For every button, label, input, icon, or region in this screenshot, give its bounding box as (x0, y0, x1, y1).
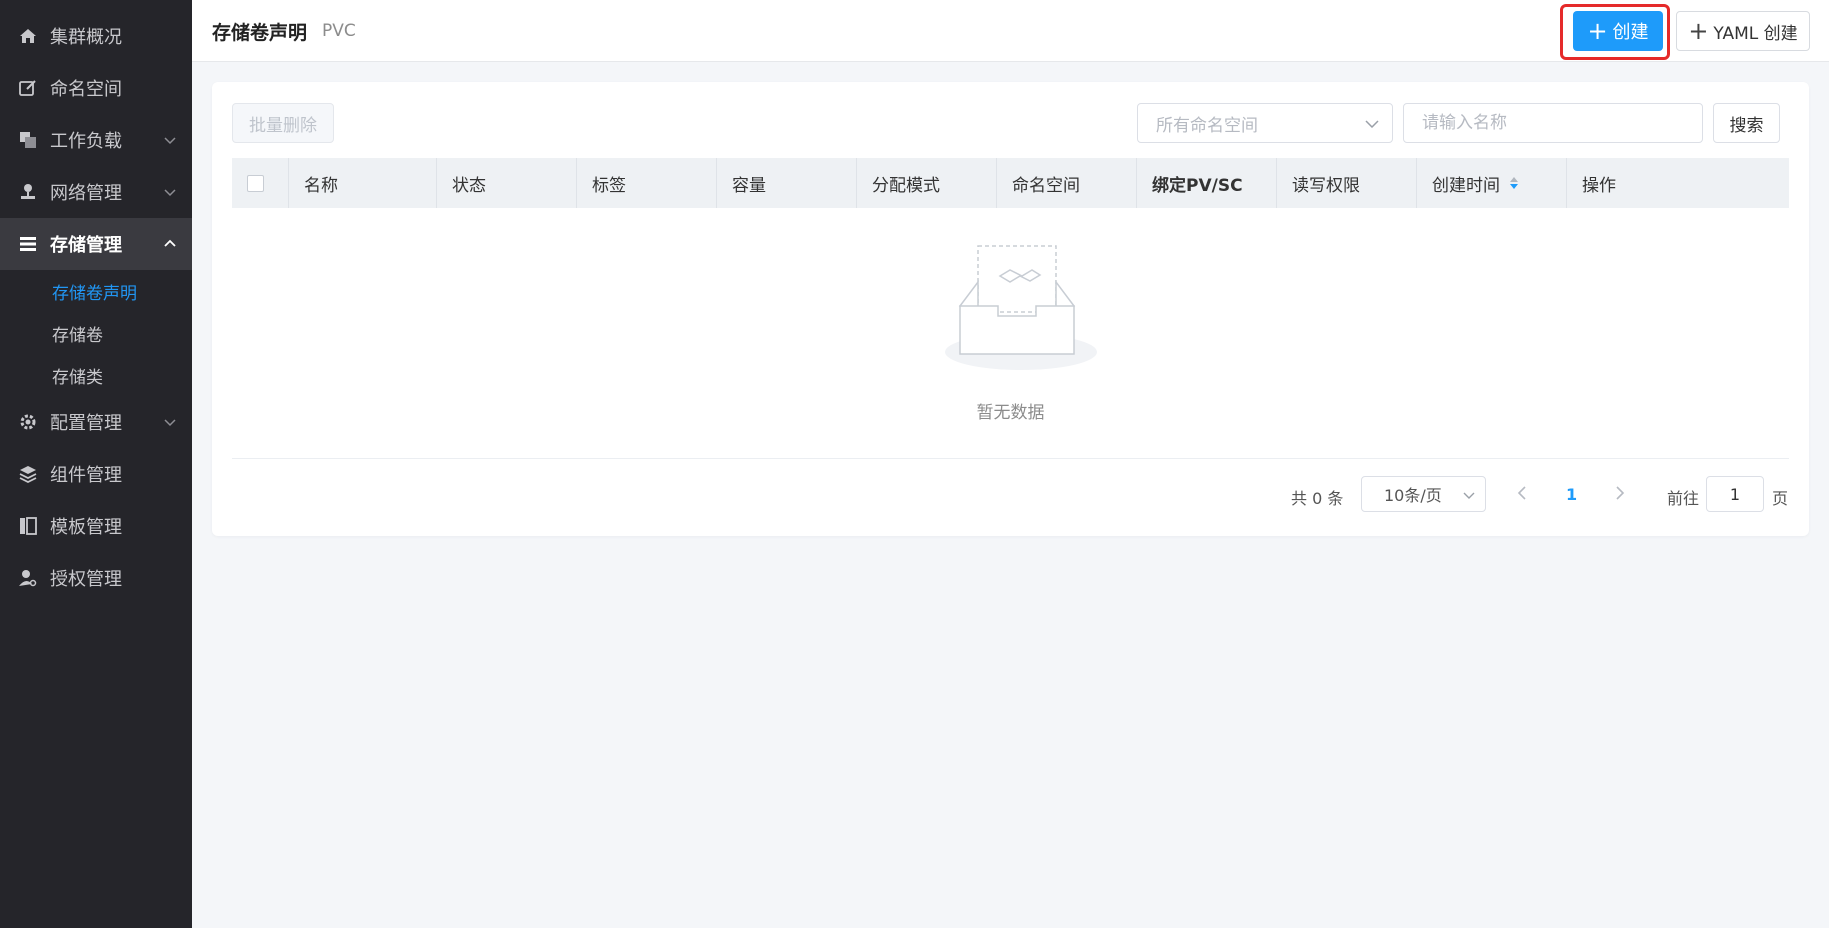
plus-icon: + (1587, 17, 1608, 45)
sidebar-subitem-pvc[interactable]: 存储卷声明 (0, 270, 192, 312)
sidebar-item-label: 配置管理 (50, 413, 122, 434)
namespace-select-placeholder: 所有命名空间 (1156, 115, 1258, 136)
chevron-down-icon (1365, 120, 1379, 129)
template-icon (18, 516, 38, 536)
network-icon (18, 182, 38, 202)
column-header-rw-permission: 读写权限 (1277, 158, 1417, 208)
table-divider (232, 458, 1789, 459)
storage-icon (18, 234, 38, 254)
pagination-total: 共 0 条 (1291, 489, 1344, 508)
yaml-create-button-label: YAML 创建 (1713, 23, 1798, 44)
prev-page-icon[interactable] (1514, 484, 1532, 502)
sidebar-item-storage[interactable]: 存储管理 (0, 218, 192, 270)
plus-icon: + (1688, 17, 1709, 45)
edit-icon (18, 78, 38, 98)
sidebar-item-label: 模板管理 (50, 517, 122, 538)
batch-delete-button[interactable]: 批量删除 (232, 103, 334, 143)
sidebar-item-label: 授权管理 (50, 569, 122, 590)
sidebar-item-cluster-overview[interactable]: 集群概况 (0, 10, 192, 62)
column-header-status: 状态 (437, 158, 577, 208)
sidebar-item-components[interactable]: 组件管理 (0, 448, 192, 500)
user-key-icon (18, 568, 38, 588)
page-subtitle: PVC (322, 21, 356, 41)
page-header: 存储卷声明 PVC + 创建 + YAML 创建 (192, 0, 1829, 62)
sidebar-item-network[interactable]: 网络管理 (0, 166, 192, 218)
column-header-capacity: 容量 (717, 158, 857, 208)
sidebar-item-workload[interactable]: 工作负载 (0, 114, 192, 166)
select-all-cell (232, 158, 289, 208)
namespace-select[interactable]: 所有命名空间 (1137, 103, 1393, 143)
column-header-access-mode: 分配模式 (857, 158, 997, 208)
name-search-input[interactable] (1403, 103, 1703, 143)
sidebar-item-label: 集群概况 (50, 27, 122, 48)
page-suffix-label: 页 (1772, 489, 1789, 508)
chevron-down-icon (164, 189, 176, 197)
home-icon (18, 26, 38, 46)
page-size-value: 10条/页 (1384, 486, 1442, 505)
page-size-select[interactable]: 10条/页 (1361, 476, 1486, 512)
column-header-labels: 标签 (577, 158, 717, 208)
sidebar-item-config[interactable]: 配置管理 (0, 396, 192, 448)
sidebar: 集群概况 命名空间 工作负载 网络管理 存储管理 存储卷声明 存储卷 存储类 配… (0, 0, 192, 928)
empty-state: 暂无数据 (232, 208, 1789, 458)
create-button-label: 创建 (1612, 22, 1649, 43)
goto-page-input[interactable] (1706, 476, 1764, 512)
sidebar-item-label: 工作负载 (50, 131, 122, 152)
sidebar-subitem-storageclass[interactable]: 存储类 (0, 354, 192, 396)
main-card: 批量删除 所有命名空间 搜索 名称 状态 标签 容量 分配模式 命名空间 绑定P… (212, 82, 1809, 536)
chevron-down-icon (164, 419, 176, 427)
sidebar-item-label: 命名空间 (50, 79, 122, 100)
sidebar-item-templates[interactable]: 模板管理 (0, 500, 192, 552)
chevron-down-icon (164, 137, 176, 145)
create-button[interactable]: + 创建 (1573, 11, 1663, 51)
sidebar-item-label: 存储管理 (50, 235, 122, 256)
sidebar-item-label: 组件管理 (50, 465, 122, 486)
chevron-down-icon (1463, 492, 1475, 499)
layers-icon (18, 130, 38, 150)
search-button[interactable]: 搜索 (1713, 103, 1780, 143)
sidebar-item-auth[interactable]: 授权管理 (0, 552, 192, 604)
chevron-up-icon (164, 239, 176, 247)
table-header: 名称 状态 标签 容量 分配模式 命名空间 绑定PV/SC 读写权限 创建时间 … (232, 158, 1789, 208)
stack-icon (18, 464, 38, 484)
column-header-name: 名称 (289, 158, 437, 208)
yaml-create-button[interactable]: + YAML 创建 (1676, 11, 1810, 51)
sidebar-subitem-pv[interactable]: 存储卷 (0, 312, 192, 354)
empty-inbox-icon (945, 245, 1097, 370)
select-all-checkbox[interactable] (247, 174, 264, 192)
column-header-bound-pv-sc: 绑定PV/SC (1137, 158, 1277, 208)
sort-icon[interactable] (1508, 175, 1520, 191)
column-header-actions: 操作 (1582, 175, 1616, 196)
goto-label: 前往 (1667, 489, 1700, 508)
gear-icon (18, 412, 38, 432)
empty-text: 暂无数据 (976, 403, 1045, 423)
next-page-icon[interactable] (1610, 484, 1628, 502)
page-title: 存储卷声明 (212, 22, 308, 44)
sidebar-item-namespace[interactable]: 命名空间 (0, 62, 192, 114)
page-number-current[interactable]: 1 (1566, 485, 1577, 504)
column-header-created-time[interactable]: 创建时间 (1417, 158, 1567, 208)
column-header-created-time-label: 创建时间 (1432, 175, 1500, 196)
column-header-namespace: 命名空间 (997, 158, 1137, 208)
sidebar-item-label: 网络管理 (50, 183, 122, 204)
